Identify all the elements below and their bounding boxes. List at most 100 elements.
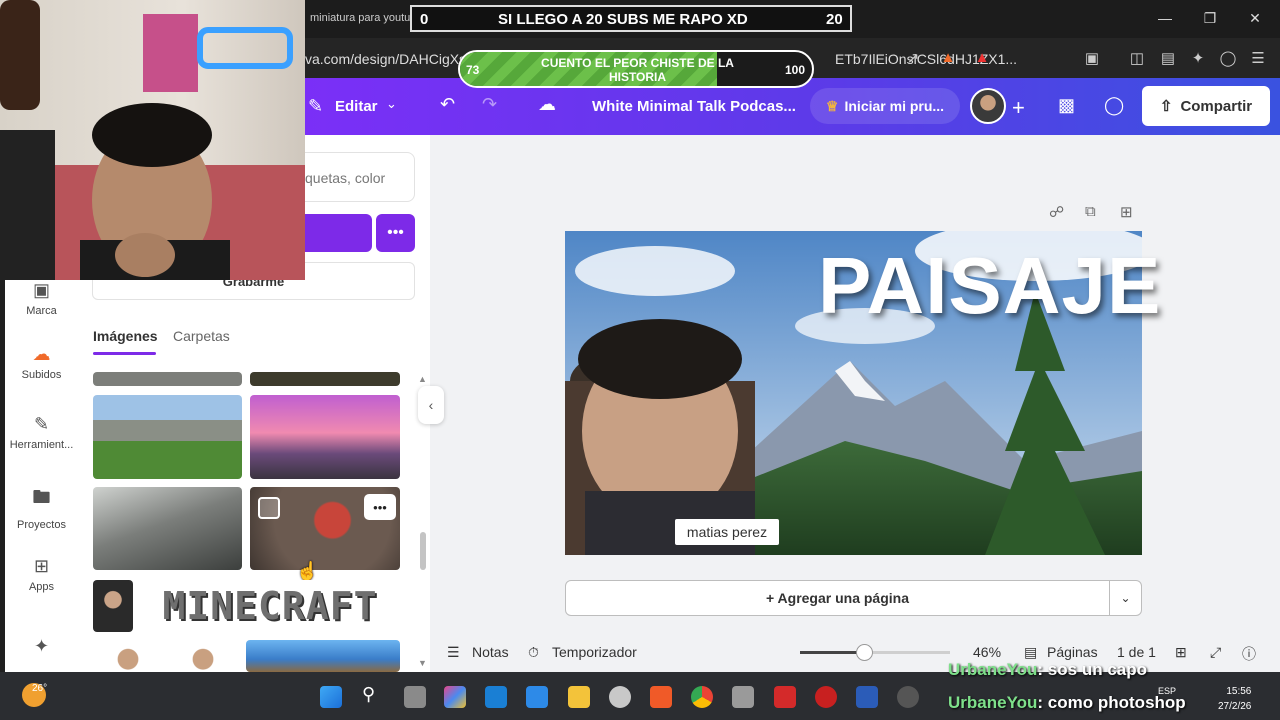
- add-page-icon[interactable]: ⊞: [1120, 203, 1133, 221]
- brave-shield-icon[interactable]: ▲: [938, 49, 958, 66]
- edit-pencil-icon[interactable]: ✎: [308, 96, 323, 117]
- chevron-down-icon[interactable]: ⌄: [386, 96, 397, 112]
- clock-app-icon[interactable]: [609, 686, 631, 708]
- image-thumbnail[interactable]: [93, 395, 242, 479]
- app-icon[interactable]: [732, 686, 754, 708]
- hand-cursor-icon: ☝: [296, 561, 319, 581]
- image-thumbnail[interactable]: [93, 580, 133, 632]
- brave-rewards-icon[interactable]: ▲: [972, 49, 992, 66]
- zoom-slider-handle[interactable]: [856, 644, 873, 661]
- grid-view-icon[interactable]: ⊞: [1175, 644, 1187, 661]
- redo-icon[interactable]: ↷: [482, 94, 497, 115]
- notes-icon[interactable]: ☰: [447, 644, 460, 661]
- task-view-icon[interactable]: [404, 686, 426, 708]
- share-button[interactable]: ⇧ Compartir: [1142, 86, 1270, 126]
- scroll-up-icon[interactable]: ▲: [418, 374, 427, 384]
- scroll-down-icon[interactable]: ▼: [418, 658, 427, 668]
- close-icon[interactable]: ✕: [1245, 10, 1265, 27]
- zoom-slider-fill: [800, 651, 864, 654]
- webcam-feed: [0, 0, 305, 280]
- recording-app-icon[interactable]: [815, 686, 837, 708]
- obs-icon[interactable]: [897, 686, 919, 708]
- avatar[interactable]: [970, 88, 1006, 124]
- more-options-button[interactable]: •••: [376, 214, 415, 252]
- panel-scrollbar[interactable]: [420, 532, 426, 570]
- add-page-button[interactable]: + Agregar una página: [565, 580, 1110, 616]
- rail-label-brand: Marca: [26, 305, 57, 317]
- share-link-icon[interactable]: ↗: [903, 49, 923, 67]
- chrome-icon[interactable]: [691, 686, 713, 708]
- rail-label-projects: Proyectos: [17, 519, 66, 531]
- url-text[interactable]: va.com/design/DAHCigXs: [305, 51, 466, 67]
- search-icon[interactable]: ⚲: [362, 684, 375, 705]
- add-page-dropdown[interactable]: ⌄: [1109, 580, 1142, 616]
- start-icon[interactable]: [320, 686, 342, 708]
- system-clock[interactable]: 15:56 27/2/26: [1218, 684, 1251, 714]
- vpn-icon[interactable]: ◯: [1218, 49, 1238, 67]
- tab-folders[interactable]: Carpetas: [173, 328, 230, 344]
- page-counter: 1 de 1: [1117, 644, 1156, 660]
- minimize-icon[interactable]: —: [1155, 10, 1175, 26]
- duplicate-page-icon[interactable]: ⧉: [1085, 203, 1096, 220]
- rail-item-uploads[interactable]: ☁ Subidos: [5, 344, 78, 381]
- subscriber-goal-bar: 0 SI LLEGO A 20 SUBS ME RAPO XD 20: [410, 5, 852, 32]
- image-thumbnail[interactable]: [93, 487, 242, 570]
- subs-current: 0: [420, 11, 429, 28]
- fullscreen-icon[interactable]: ⤢: [1210, 644, 1221, 661]
- file-explorer-icon[interactable]: [568, 686, 590, 708]
- upload-files-button[interactable]: [300, 214, 372, 252]
- leo-ai-icon[interactable]: ✦: [1188, 49, 1208, 67]
- image-thumbnail[interactable]: MINECRAFT: [140, 580, 400, 632]
- rail-item-tools[interactable]: ✎ Herramient...: [5, 414, 78, 451]
- amd-software-icon[interactable]: [774, 686, 796, 708]
- active-tab-indicator: [93, 352, 156, 355]
- brave-browser-icon[interactable]: [650, 686, 672, 708]
- collapse-panel-button[interactable]: ‹: [418, 386, 444, 424]
- pages-icon[interactable]: ▤: [1024, 644, 1037, 661]
- timer-button[interactable]: Temporizador: [552, 644, 637, 660]
- rail-item-brand[interactable]: ▣ Marca: [5, 280, 78, 317]
- apps-icon: ⊞: [33, 556, 50, 576]
- menu-icon[interactable]: ☰: [1248, 49, 1268, 67]
- image-thumbnail[interactable]: [250, 372, 400, 386]
- edit-menu-label[interactable]: Editar: [335, 98, 378, 115]
- design-title-text[interactable]: PAISAJE: [818, 240, 1161, 332]
- joke-current: 73: [466, 63, 480, 77]
- design-name-tag[interactable]: matias perez: [675, 519, 779, 545]
- undo-icon[interactable]: ↶: [440, 94, 455, 115]
- document-title[interactable]: White Minimal Talk Podcas...: [592, 98, 796, 115]
- insights-chart-icon[interactable]: ▩: [1058, 95, 1075, 116]
- rail-item-projects[interactable]: 🖿 Proyectos: [5, 485, 78, 531]
- reader-mode-icon[interactable]: ▣: [1082, 49, 1102, 67]
- lock-icon[interactable]: ☍: [1049, 203, 1064, 221]
- help-icon[interactable]: ⓘ: [1242, 644, 1256, 664]
- rail-item-magic[interactable]: ✦: [5, 636, 78, 661]
- image-thumbnail[interactable]: [93, 640, 163, 672]
- thumbnail-menu-button[interactable]: •••: [364, 494, 396, 520]
- start-trial-button[interactable]: ♕ Iniciar mi pru...: [810, 88, 960, 124]
- image-thumbnail[interactable]: [93, 372, 242, 386]
- rail-item-apps[interactable]: ⊞ Apps: [5, 556, 78, 593]
- zoom-percent[interactable]: 46%: [973, 644, 1001, 660]
- pages-button[interactable]: Páginas: [1047, 644, 1098, 660]
- comments-icon[interactable]: ◯: [1104, 95, 1124, 116]
- image-thumbnail[interactable]: [246, 640, 400, 672]
- select-checkbox[interactable]: [258, 497, 280, 519]
- rail-label-uploads: Subidos: [21, 369, 62, 381]
- outlook-icon[interactable]: [485, 686, 507, 708]
- weather-temp: 26°: [32, 683, 48, 694]
- notes-button[interactable]: Notas: [472, 644, 509, 660]
- sidebar-toggle-icon[interactable]: ◫: [1127, 49, 1147, 67]
- word-icon[interactable]: [856, 686, 878, 708]
- add-collaborator-icon[interactable]: +: [1012, 95, 1025, 121]
- timer-icon[interactable]: ⏱: [528, 644, 539, 661]
- tab-images[interactable]: Imágenes: [93, 328, 158, 344]
- restore-icon[interactable]: ❐: [1200, 10, 1220, 27]
- upload-share-icon: ⇧: [1159, 98, 1173, 115]
- chat-text: : sos un capo: [1037, 660, 1147, 679]
- wallet-icon[interactable]: ▤: [1158, 49, 1178, 67]
- store-icon[interactable]: [526, 686, 548, 708]
- copilot-icon[interactable]: [444, 686, 466, 708]
- image-thumbnail[interactable]: [168, 640, 238, 672]
- image-thumbnail[interactable]: [250, 395, 400, 479]
